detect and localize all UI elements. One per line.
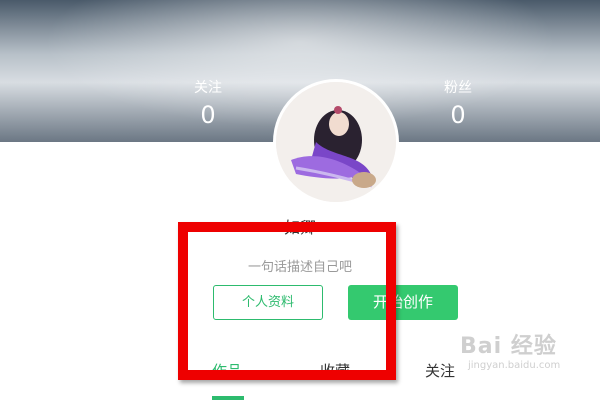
baidu-jingyan-watermark: Bai 经验 jingyan.baidu.com bbox=[460, 328, 560, 371]
annotation-highlight-box bbox=[178, 222, 396, 380]
watermark-logo: Bai 经验 bbox=[460, 334, 557, 359]
tab-following[interactable]: 关注 bbox=[425, 360, 455, 381]
follow-stat[interactable]: 关注 0 bbox=[168, 78, 248, 130]
avatar[interactable] bbox=[276, 82, 396, 202]
active-tab-indicator bbox=[212, 396, 244, 400]
follow-label: 关注 bbox=[194, 80, 222, 96]
watermark-url: jingyan.baidu.com bbox=[468, 360, 561, 371]
anime-girl-avatar-icon bbox=[276, 82, 396, 202]
fans-count: 0 bbox=[450, 101, 466, 129]
fans-stat[interactable]: 粉丝 0 bbox=[418, 78, 498, 130]
follow-count: 0 bbox=[200, 101, 216, 129]
fans-label: 粉丝 bbox=[444, 80, 472, 96]
